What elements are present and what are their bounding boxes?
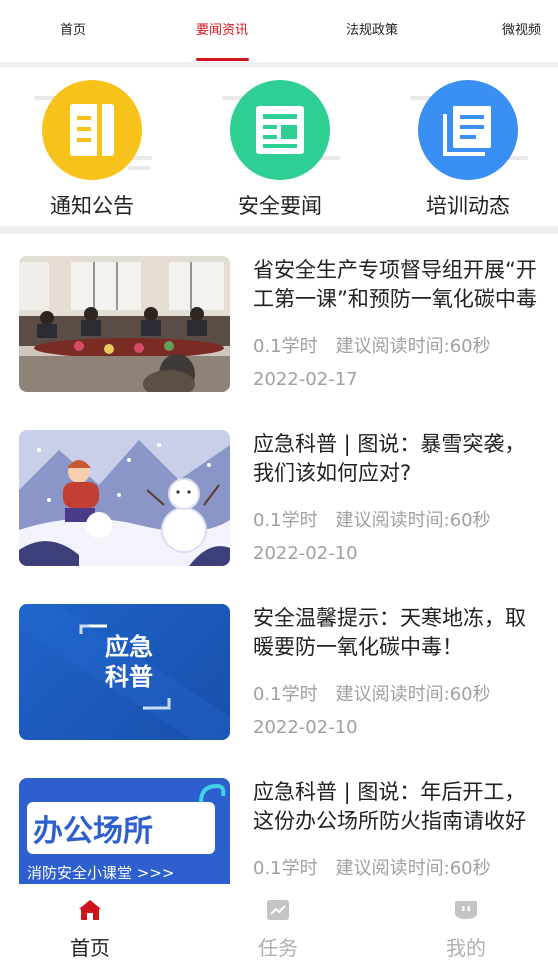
thumb-subcaption: 消防安全小课堂 >>> [27,864,175,882]
read-time: 建议阅读时间:60秒 [335,858,491,879]
read-time: 建议阅读时间:60秒 [335,684,491,705]
decoration [199,783,226,803]
study-hours: 0.1学时 [253,684,318,705]
meeting-photo [19,256,230,392]
news-title: 省安全生产专项督导组开展“开工第一课”和预防一氧化碳中毒 [253,258,537,311]
study-hours: 0.1学时 [253,336,318,357]
divider [0,226,558,234]
active-tab-indicator [196,58,249,61]
training-pages-icon [443,106,491,156]
news-thumbnail: 应急 科普 [19,604,230,740]
news-title: 应急科普 | 图说：年后开工，这份办公场所防火指南请收好 [253,780,526,833]
news-meta: 0.1学时 建议阅读时间:60秒 [253,854,491,880]
category-safety-news[interactable]: 安全要闻 [206,78,356,218]
news-date: 2022-02-10 [253,717,358,738]
task-chart-icon [267,900,289,920]
tab-news[interactable]: 要闻资讯 [196,0,248,62]
study-hours: 0.1学时 [253,858,318,879]
thumb-caption: 办公场所 [33,814,153,849]
category-notice[interactable]: 通知公告 [18,78,168,218]
training-icon-circle [418,80,518,180]
news-meta: 0.1学时 建议阅读时间:60秒 [253,506,491,532]
snow-illustration [19,430,230,566]
notice-icon-circle [42,80,142,180]
study-hours: 0.1学时 [253,510,318,531]
category-label: 安全要闻 [238,194,322,218]
news-item[interactable]: 办公场所 消防安全小课堂 >>> 应急科普 | 图说：年后开工，这份办公场所防火… [0,778,558,884]
category-label: 培训动态 [426,194,510,218]
news-item[interactable]: 应急科普 | 图说：暴雪突袭，我们该如何应对? 0.1学时 建议阅读时间:60秒 … [0,430,558,580]
category-training[interactable]: 培训动态 [394,78,544,218]
news-thumbnail [19,430,230,566]
tab-home[interactable]: 首页 [60,0,86,62]
news-card-icon [256,106,304,154]
news-icon-circle [230,80,330,180]
thumb-caption-line: 科普 [105,663,153,691]
news-thumbnail [19,256,230,392]
news-date: 2022-02-10 [253,543,358,564]
read-time: 建议阅读时间:60秒 [335,510,491,531]
news-meta: 0.1学时 建议阅读时间:60秒 [253,680,491,706]
nav-label: 首页 [70,936,110,960]
news-item[interactable]: 应急 科普 安全温馨提示：天寒地冻，取暖要防一氧化碳中毒！ 0.1学时 建议阅读时… [0,604,558,754]
tab-regulations[interactable]: 法规政策 [346,0,398,62]
profile-icon [455,901,477,919]
news-meta: 0.1学时 建议阅读时间:60秒 [253,332,491,358]
decoration [128,166,150,170]
top-tab-bar: 首页 要闻资讯 法规政策 微视频 [0,0,558,62]
notice-document-icon [70,104,114,156]
nav-label: 我的 [446,936,486,960]
home-icon [79,900,101,920]
news-thumbnail: 办公场所 消防安全小课堂 >>> [19,778,230,884]
news-title: 安全温馨提示：天寒地冻，取暖要防一氧化碳中毒！ [253,606,526,659]
thumb-caption: 应急 科普 [89,632,169,692]
news-item[interactable]: 省安全生产专项督导组开展“开工第一课”和预防一氧化碳中毒 0.1学时 建议阅读时间… [0,256,558,406]
tab-micro-video[interactable]: 微视频 [502,0,541,62]
category-label: 通知公告 [50,194,134,218]
bottom-nav: 首页 任务 我的 [0,884,558,974]
divider [0,62,558,67]
read-time: 建议阅读时间:60秒 [335,336,491,357]
thumb-caption-line: 应急 [105,633,153,661]
news-date: 2022-02-17 [253,369,358,390]
news-title: 应急科普 | 图说：暴雪突袭，我们该如何应对? [253,432,526,485]
nav-label: 任务 [258,936,298,960]
